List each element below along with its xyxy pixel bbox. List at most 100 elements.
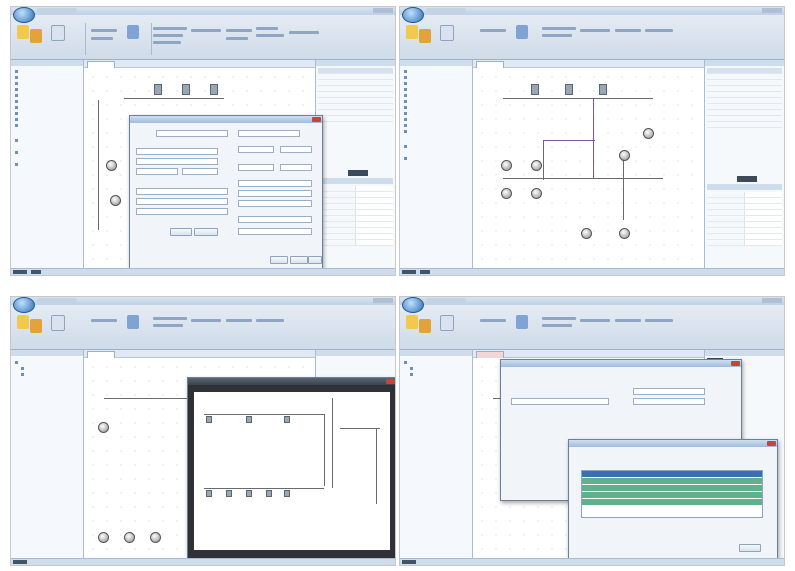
tree-item[interactable] [21,372,51,376]
ribbon-button[interactable] [542,27,576,30]
option-field[interactable] [633,388,705,395]
application-orb-icon[interactable] [13,297,35,313]
tree-item[interactable] [21,366,45,370]
ribbon-button[interactable] [191,29,221,32]
close-icon[interactable] [386,379,395,384]
save-icon[interactable] [419,29,431,43]
ribbon-button[interactable] [542,324,572,327]
close-icon[interactable] [767,441,776,446]
tree-item[interactable] [404,99,448,103]
ok-button[interactable] [739,544,761,552]
property-tab-selected[interactable] [348,170,368,176]
profile-plot-area[interactable] [194,392,390,550]
tree-item[interactable] [15,105,53,109]
edit-icon[interactable] [51,25,65,41]
save-icon[interactable] [30,319,42,333]
ribbon-button[interactable] [256,27,278,30]
dialog-button[interactable] [194,228,218,236]
ribbon-button[interactable] [542,317,576,320]
tree-item[interactable] [404,105,442,109]
pole-icon[interactable] [599,84,607,95]
input-field[interactable] [238,164,274,171]
tree-item[interactable] [15,69,55,73]
application-orb-icon[interactable] [402,297,424,313]
input-field[interactable] [136,148,218,155]
pole-icon[interactable] [531,84,539,95]
ribbon-button[interactable] [615,29,641,32]
tab-profile[interactable] [501,351,525,357]
tab-results[interactable] [136,61,162,67]
tab-profile[interactable] [501,61,525,67]
node-icon[interactable] [98,422,109,433]
table-row[interactable] [582,492,762,498]
ok-button[interactable] [270,256,288,264]
cancel-button[interactable] [290,256,308,264]
edit-icon[interactable] [440,25,454,41]
ribbon-button[interactable] [289,31,319,34]
pipe[interactable] [623,160,624,220]
ribbon-button[interactable] [480,319,506,322]
tree-item[interactable] [404,360,432,364]
close-icon[interactable] [731,361,740,366]
property-tab-selected[interactable] [737,176,757,182]
status-button[interactable] [402,560,416,564]
pipe[interactable] [98,100,99,230]
node-icon[interactable] [98,532,109,543]
application-orb-icon[interactable] [13,7,35,23]
node-icon[interactable] [581,228,592,239]
ribbon-button[interactable] [91,29,117,32]
network-icon[interactable] [127,315,139,329]
pole-icon[interactable] [182,84,190,95]
open-icon[interactable] [406,315,418,329]
name-field[interactable] [156,130,228,137]
ribbon-button[interactable] [256,34,284,37]
ribbon-button[interactable] [153,324,183,327]
node-icon[interactable] [124,532,135,543]
ribbon-button[interactable] [542,34,572,37]
tab-results[interactable] [136,351,162,357]
tree-item[interactable] [15,93,43,97]
table-row[interactable] [582,485,762,491]
pipe-highlighted[interactable] [593,98,594,178]
ribbon-button[interactable] [153,41,181,44]
tab-network[interactable] [87,61,115,68]
save-icon[interactable] [30,29,42,43]
ribbon-button[interactable] [580,319,610,322]
input-field[interactable] [136,208,228,215]
tab-network[interactable] [87,351,115,358]
node-icon[interactable] [619,150,630,161]
tree-item[interactable] [15,117,55,121]
ribbon-button[interactable] [480,29,506,32]
application-orb-icon[interactable] [402,7,424,23]
tree-item[interactable] [15,162,39,166]
tree-item[interactable] [404,69,444,73]
quick-access-toolbar[interactable] [37,298,77,303]
pole-icon[interactable] [565,84,573,95]
tab-profile[interactable] [112,351,136,357]
input-field[interactable] [136,198,228,205]
type-field[interactable] [238,130,300,137]
network-icon[interactable] [516,315,528,329]
tree-item[interactable] [15,360,43,364]
tree-item[interactable] [404,93,432,97]
node-icon[interactable] [619,228,630,239]
apply-button[interactable] [308,256,322,264]
tab-results[interactable] [525,61,551,67]
network-icon[interactable] [127,25,139,39]
ribbon-button[interactable] [91,319,117,322]
quick-access-toolbar[interactable] [426,8,466,13]
quick-access-toolbar[interactable] [426,298,466,303]
node-icon[interactable] [110,195,121,206]
edit-icon[interactable] [51,315,65,331]
tree-item[interactable] [404,156,430,160]
tree-item[interactable] [15,75,51,79]
input-field[interactable] [136,188,228,195]
ribbon-button[interactable] [645,29,673,32]
status-button[interactable] [402,270,416,274]
window-controls[interactable] [762,298,782,303]
tree-item[interactable] [15,111,47,115]
source-field[interactable] [511,398,609,405]
input-field[interactable] [280,164,312,171]
open-icon[interactable] [406,25,418,39]
tree-item[interactable] [404,87,438,91]
